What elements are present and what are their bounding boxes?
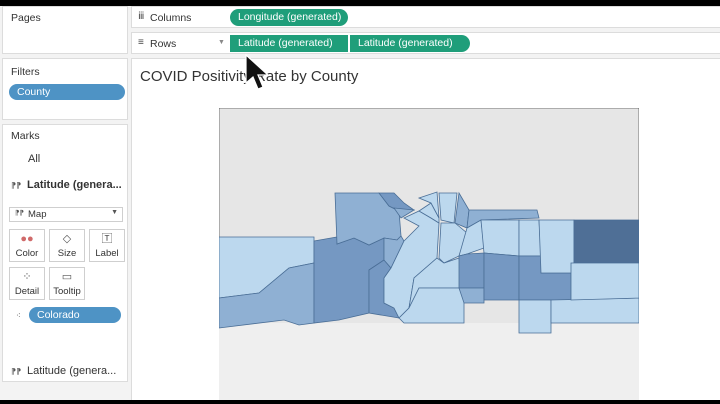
county-shape[interactable] xyxy=(570,262,639,301)
label-button-label: Label xyxy=(95,248,119,259)
columns-shelf[interactable]: ⅲ Columns Longitude (generated) xyxy=(131,6,720,28)
mark-type-dropdown[interactable]: ⁋⁋ Map ▼ xyxy=(9,207,123,222)
rows-label: Rows xyxy=(150,38,177,50)
rows-pill-latitude-1[interactable]: Latitude (generated) xyxy=(230,35,348,52)
county-shape[interactable] xyxy=(550,297,639,324)
detail-pill-colorado[interactable]: Colorado xyxy=(29,307,121,323)
color-icon: ●● xyxy=(20,233,34,245)
latitude-field-icon-2: ⁋⁋ xyxy=(11,367,22,376)
view-area: COVID Positivity Rate by County xyxy=(131,58,720,400)
tableau-workspace: Pages Filters County Marks All ⁋⁋ Latitu… xyxy=(0,6,720,400)
marks-all-tab[interactable]: All xyxy=(28,153,40,165)
marks-field-latitude[interactable]: Latitude (genera... xyxy=(27,179,122,191)
pages-title: Pages xyxy=(11,12,41,24)
marks-field-latitude-2[interactable]: Latitude (genera... xyxy=(27,365,116,377)
county-shape[interactable] xyxy=(518,219,542,257)
filters-card: Filters County xyxy=(2,58,128,120)
county-shape[interactable] xyxy=(483,252,520,301)
size-icon: ◇ xyxy=(62,233,72,245)
label-button[interactable]: 🅃 Label xyxy=(89,229,125,262)
detail-icon: ⁘ xyxy=(22,271,32,283)
tooltip-button[interactable]: ▭ Tooltip xyxy=(49,267,85,300)
columns-pill-longitude[interactable]: Longitude (generated) xyxy=(230,9,348,26)
detail-button[interactable]: ⁘ Detail xyxy=(9,267,45,300)
rows-shelf[interactable]: ≡ Rows ▼ Latitude (generated) Latitude (… xyxy=(131,32,720,54)
latitude-field-icon: ⁋⁋ xyxy=(11,181,22,190)
map-icon: ⁋⁋ xyxy=(15,210,24,217)
rows-pill-latitude-2[interactable]: Latitude (generated) xyxy=(350,35,470,52)
size-button[interactable]: ◇ Size xyxy=(49,229,85,262)
tooltip-button-label: Tooltip xyxy=(53,286,81,297)
chevron-down-icon: ▼ xyxy=(111,209,118,216)
detail-field-icon: ⁖ xyxy=(16,311,21,320)
columns-label: Columns xyxy=(150,12,192,24)
mark-type-label: Map xyxy=(28,209,47,220)
county-shape[interactable] xyxy=(518,299,552,334)
label-icon: 🅃 xyxy=(101,233,113,245)
color-button-label: Color xyxy=(15,248,39,259)
county-shape[interactable] xyxy=(438,192,458,224)
map-lower-area xyxy=(219,323,639,400)
rows-icon: ≡ xyxy=(138,37,144,48)
tooltip-icon: ▭ xyxy=(61,271,73,283)
map-view[interactable] xyxy=(219,108,639,400)
marks-card: Marks All ⁋⁋ Latitude (genera... ⁋⁋ Map … xyxy=(2,124,128,382)
color-button[interactable]: ●● Color xyxy=(9,229,45,262)
columns-icon: ⅲ xyxy=(138,11,145,22)
county-shape[interactable] xyxy=(538,219,575,274)
pages-card: Pages xyxy=(2,6,128,54)
cursor-icon xyxy=(245,53,270,90)
filter-pill-county[interactable]: County xyxy=(9,84,125,100)
county-shape[interactable] xyxy=(573,219,639,264)
county-shape[interactable] xyxy=(458,252,485,289)
filters-title: Filters xyxy=(11,66,40,78)
size-button-label: Size xyxy=(57,248,77,259)
rows-dropdown-icon: ▼ xyxy=(218,39,225,46)
county-shape[interactable] xyxy=(480,219,520,257)
detail-button-label: Detail xyxy=(14,286,40,297)
marks-title: Marks xyxy=(11,130,40,142)
